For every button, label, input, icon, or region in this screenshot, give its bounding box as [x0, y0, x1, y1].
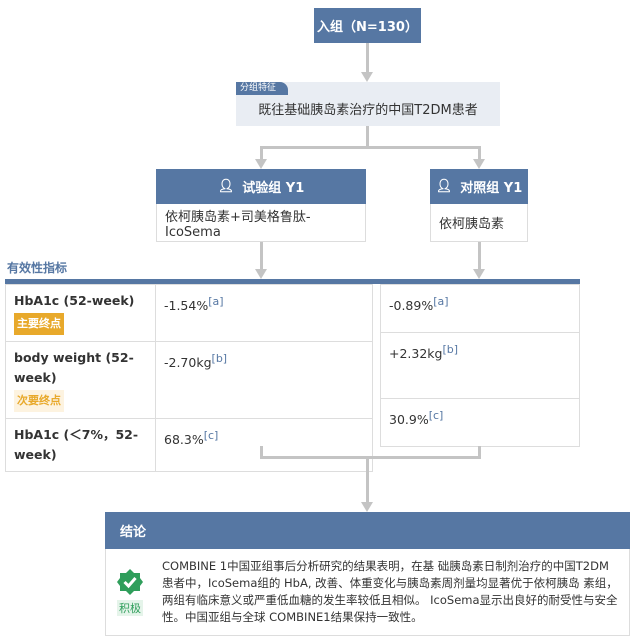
footnote-link[interactable]: [b] [212, 352, 228, 365]
secondary-endpoint-badge: 次要终点 [14, 390, 64, 412]
primary-endpoint-badge: 主要终点 [14, 313, 64, 335]
connector [260, 146, 481, 149]
table-row: body weight (52-week) 次要终点 -2.70kg[b] [5, 341, 373, 419]
connector [478, 242, 481, 270]
group-drug: 依柯胰岛素 [430, 204, 528, 242]
group-title: 试验组 Y1 [242, 181, 305, 196]
footnote-link[interactable]: [a] [208, 295, 223, 308]
table-row: +2.32kg[b] [380, 332, 580, 399]
table-row: 30.9%[c] [380, 398, 580, 447]
user-icon: 👤︎ [435, 179, 453, 194]
table-row: HbA1c (52-week) 主要终点 -1.54%[a] [5, 284, 373, 342]
connector [260, 242, 263, 270]
group-header: 👤︎ 试验组 Y1 [156, 169, 366, 204]
efficacy-table-right: -0.89%[a] +2.32kg[b] 30.9%[c] [380, 284, 580, 447]
enroll-box: 入组（N=130） [314, 8, 421, 43]
metric-label: body weight (52-week) [14, 350, 134, 385]
connector [366, 456, 369, 503]
connector [260, 456, 481, 459]
value: 68.3% [164, 432, 204, 448]
section-title: 有效性指标 [7, 261, 68, 275]
value: -2.70kg [164, 355, 212, 371]
positive-badge: 积极 [117, 600, 143, 616]
value: +2.32kg [389, 346, 443, 362]
footnote-link[interactable]: [b] [442, 343, 458, 356]
conclusion-body: 积极 COMBINE 1中国亚组事后分析研究的结果表明，在基 础胰岛素日制剂治疗… [105, 549, 630, 636]
connector [478, 146, 481, 160]
efficacy-table-left: HbA1c (52-week) 主要终点 -1.54%[a] body weigh… [5, 284, 373, 472]
table-row: HbA1c (＜7%，52-week) 68.3%[c] [5, 418, 373, 472]
arrow-icon [361, 72, 373, 82]
arrow-icon [255, 159, 267, 169]
group-drug: 依柯胰岛素+司美格鲁肽-IcoSema [156, 204, 366, 242]
positive-indicator: 积极 [116, 568, 144, 616]
check-badge-icon [117, 569, 143, 595]
experimental-group: 👤︎ 试验组 Y1 依柯胰岛素+司美格鲁肽-IcoSema [156, 169, 366, 242]
footnote-link[interactable]: [c] [429, 409, 444, 422]
arrow-icon [361, 502, 373, 512]
value: -0.89% [389, 298, 434, 314]
footnote-link[interactable]: [a] [433, 295, 448, 308]
arrow-icon [255, 269, 267, 279]
control-group: 👤︎ 对照组 Y1 依柯胰岛素 [430, 169, 528, 242]
connector [366, 126, 369, 148]
value: -1.54% [164, 298, 209, 314]
arrow-icon [473, 269, 485, 279]
feature-tag: 分组特征 [236, 82, 288, 95]
metric-label: HbA1c (＜7%，52-week) [14, 427, 139, 462]
conclusion-panel: 结论 积极 COMBINE 1中国亚组事后分析研究的结果表明，在基 础胰岛素日制… [105, 512, 630, 636]
connector [260, 146, 263, 160]
table-row: -0.89%[a] [380, 284, 580, 333]
conclusion-title: 结论 [105, 512, 630, 549]
group-title: 对照组 Y1 [460, 181, 523, 196]
feature-text: 既往基础胰岛素治疗的中国T2DM患者 [258, 102, 478, 118]
group-header: 👤︎ 对照组 Y1 [430, 169, 528, 204]
user-icon: 👤︎ [217, 179, 235, 194]
metric-label: HbA1c (52-week) [14, 293, 135, 308]
conclusion-text: COMBINE 1中国亚组事后分析研究的结果表明，在基 础胰岛素日制剂治疗的中国… [162, 559, 618, 624]
arrow-icon [473, 159, 485, 169]
footnote-link[interactable]: [c] [204, 429, 219, 442]
value: 30.9% [389, 412, 429, 428]
connector [366, 43, 369, 73]
